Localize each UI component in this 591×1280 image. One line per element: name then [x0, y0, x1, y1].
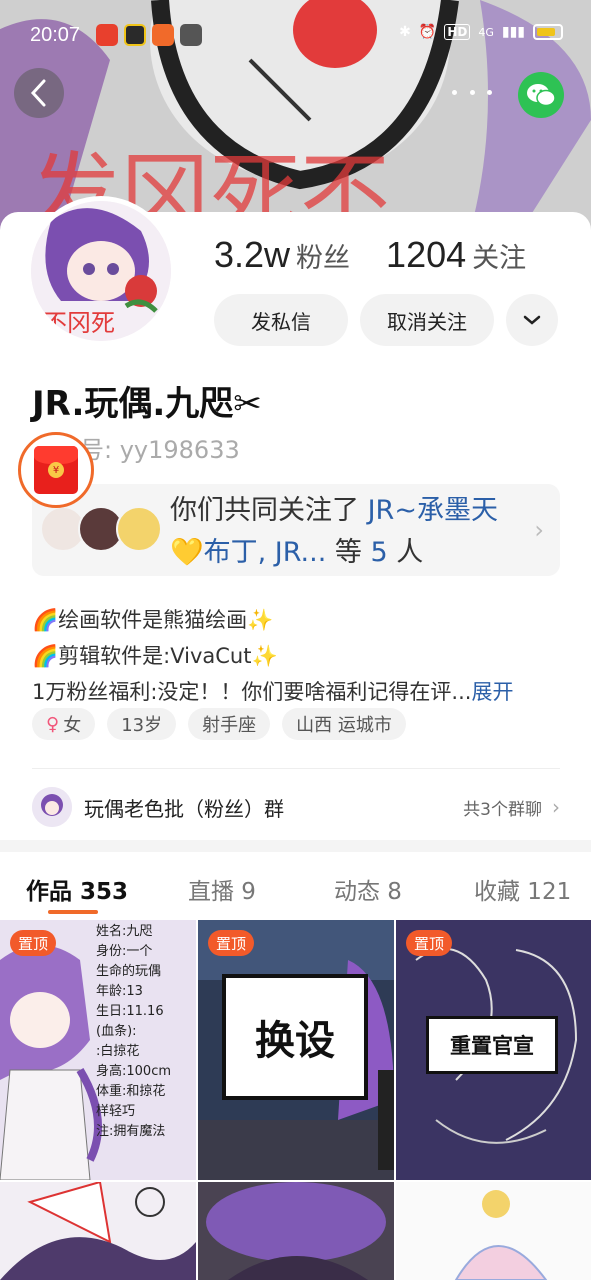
pinned-badge: 置顶: [10, 930, 57, 956]
pinned-badge: 置顶: [406, 930, 453, 956]
tag-location: 山西 运城市: [282, 708, 406, 740]
signal-icon: ▮▮▮: [501, 24, 525, 40]
following-label: 关注: [472, 243, 527, 274]
network-label: 4G: [478, 25, 494, 39]
avatar[interactable]: 不冈死: [26, 196, 176, 346]
bio-line: 🌈剪辑软件是:VivaCut✨: [32, 644, 278, 668]
tag-age: 13岁: [107, 708, 177, 740]
tag-constellation: 射手座: [188, 708, 271, 740]
app-notification-icon: [180, 24, 202, 46]
active-tab-indicator: [48, 910, 98, 914]
profile-tags: ♀ 女 13岁 射手座 山西 运城市: [32, 708, 406, 740]
battery-icon: [533, 24, 563, 40]
tab-moments[interactable]: 动态 8: [334, 872, 402, 906]
app-notification-icon: [124, 24, 146, 46]
bio-line: 1万粉丝福利:没定！！你们要啥福利记得在评...展开: [32, 680, 514, 704]
more-options-button[interactable]: [452, 80, 492, 104]
profile-tabs: 作品 353 直播 9 动态 8 收藏 121: [0, 852, 591, 920]
app-notification-icon: [96, 24, 118, 46]
chevron-right-icon: ›: [552, 795, 560, 819]
chevron-down-icon: [523, 315, 541, 325]
tab-live[interactable]: 直播 9: [188, 872, 256, 906]
status-time: 20:07: [30, 24, 81, 46]
back-button[interactable]: [14, 68, 64, 118]
chevron-right-icon: ›: [534, 516, 544, 544]
works-grid: 置顶 姓名:九咫 身份:一个 生命的玩偶 年龄:13 生日:11.16 (血条): :白…: [0, 920, 591, 1280]
unfollow-button[interactable]: 取消关注: [360, 294, 494, 346]
section-gap: [0, 840, 591, 852]
fan-group-row[interactable]: 玩偶老色批（粉丝）群 共3个群聊 ›: [32, 786, 560, 828]
pinned-badge: 置顶: [208, 930, 255, 956]
group-name: 玩偶老色批（粉丝）群: [84, 796, 284, 821]
chevron-left-icon: [30, 79, 46, 107]
group-count: 共3个群聊: [463, 799, 542, 820]
common-follow-card[interactable]: 你们共同关注了 JR~承墨天💛布丁, JR... 等 5 人 ›: [32, 484, 560, 576]
work-profile-text: 姓名:九咫 身份:一个 生命的玩偶 年龄:13 生日:11.16 (血条): :白掠花身…: [96, 924, 172, 1139]
wechat-icon: [527, 84, 556, 107]
work-item[interactable]: [198, 1182, 394, 1280]
alarm-icon: ⏰: [418, 24, 437, 40]
profile-nickname: JR.玩偶.九咫✂: [32, 384, 262, 424]
notification-icons: [96, 24, 202, 46]
hd-icon: HD: [444, 24, 471, 40]
red-packet-icon: ¥: [34, 446, 78, 494]
more-dots-icon: [452, 89, 457, 95]
work-cover-title: 换设: [222, 974, 368, 1100]
group-avatar: [32, 787, 72, 827]
followers-label: 粉丝: [296, 243, 351, 274]
following-count: 1204: [386, 234, 467, 275]
red-packet-button[interactable]: ¥: [18, 432, 94, 508]
work-item[interactable]: 置顶 重置官宣: [396, 920, 591, 1180]
profile-actions: 发私信 取消关注: [214, 294, 558, 346]
profile-card: 不冈死 3.2w 粉丝 1204 关注 发私信 取消关注 JR.玩偶.九咫✂ 快手号…: [0, 196, 591, 852]
bluetooth-icon: ✱: [399, 24, 411, 40]
work-item[interactable]: 置顶 换设: [198, 920, 394, 1180]
profile-stats: 3.2w 粉丝 1204 关注: [214, 234, 526, 276]
common-follow-text: 你们共同关注了 JR~承墨天💛布丁, JR... 等 5 人: [170, 495, 498, 568]
tab-works[interactable]: 作品 353: [26, 872, 128, 906]
common-follow-avatars: [40, 506, 162, 552]
divider: [32, 768, 560, 769]
expand-recommend-button[interactable]: [506, 294, 558, 346]
followers-count: 3.2w: [214, 234, 291, 275]
bio-expand-link[interactable]: 展开: [471, 680, 513, 704]
app-notification-icon: [152, 24, 174, 46]
work-item[interactable]: [396, 1182, 591, 1280]
following-stat[interactable]: 1204 关注: [386, 234, 526, 276]
followers-stat[interactable]: 3.2w 粉丝: [214, 234, 350, 276]
female-icon: ♀: [46, 713, 60, 735]
tag-gender: ♀ 女: [32, 708, 96, 740]
work-item[interactable]: [0, 1182, 196, 1280]
avatar: [116, 506, 162, 552]
send-message-button[interactable]: 发私信: [214, 294, 348, 346]
work-item[interactable]: 置顶 姓名:九咫 身份:一个 生命的玩偶 年龄:13 生日:11.16 (血条): :白…: [0, 920, 196, 1180]
work-cover-title: 重置官宣: [426, 1016, 558, 1074]
tab-favorites[interactable]: 收藏 121: [474, 872, 571, 906]
wechat-share-button[interactable]: [518, 72, 564, 118]
system-status: ✱ ⏰ HD 4G ▮▮▮: [399, 24, 563, 40]
profile-bio: 🌈绘画软件是熊猫绘画✨ 🌈剪辑软件是:VivaCut✨ 1万粉丝福利:没定！！你…: [32, 602, 513, 710]
status-bar: 20:07 ✱ ⏰ HD 4G ▮▮▮: [0, 0, 591, 70]
bio-line: 🌈绘画软件是熊猫绘画✨: [32, 608, 274, 632]
avatar-text: 不冈死: [43, 309, 115, 337]
